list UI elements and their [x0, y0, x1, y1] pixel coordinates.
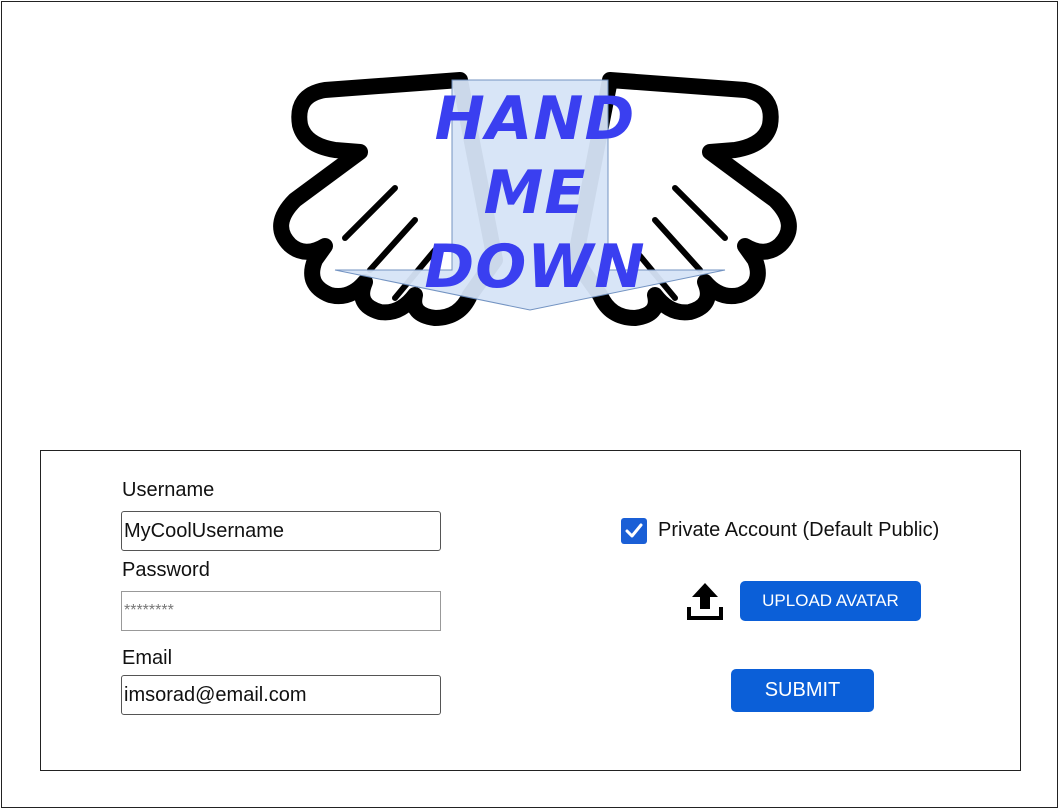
- private-account-checkbox[interactable]: [621, 518, 647, 544]
- username-label: Username: [122, 479, 215, 501]
- logo-line-3: DOWN: [424, 232, 646, 302]
- username-field[interactable]: MyCoolUsername: [121, 511, 441, 551]
- checkmark-icon: [625, 523, 643, 538]
- signup-form: Username MyCoolUsername Password *******…: [40, 450, 1021, 771]
- password-label: Password: [122, 559, 210, 581]
- upload-avatar-button[interactable]: UPLOAD AVATAR: [740, 581, 921, 621]
- logo-title: HAND ME DOWN: [255, 82, 815, 304]
- logo-line-2: ME: [483, 158, 587, 228]
- logo-line-1: HAND: [434, 84, 636, 154]
- private-account-label: Private Account (Default Public): [658, 519, 940, 541]
- hand-me-down-logo: HAND ME DOWN: [255, 60, 815, 330]
- email-label: Email: [122, 647, 173, 669]
- submit-button[interactable]: SUBMIT: [731, 669, 874, 712]
- upload-icon[interactable]: [686, 581, 724, 626]
- email-field[interactable]: imsorad@email.com: [121, 675, 441, 715]
- password-field[interactable]: ********: [121, 591, 441, 631]
